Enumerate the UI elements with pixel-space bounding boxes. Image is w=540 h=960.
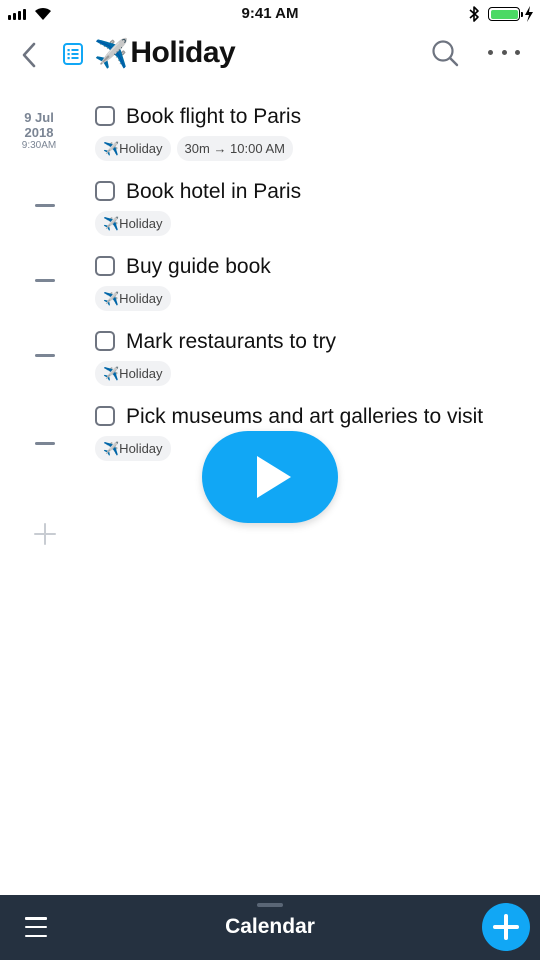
task-checkbox[interactable] <box>95 181 115 201</box>
bottom-bar-title[interactable]: Calendar <box>0 915 540 939</box>
project-tag[interactable]: ✈️Holiday <box>95 136 171 161</box>
no-date-dash <box>35 442 55 445</box>
project-tag[interactable]: ✈️Holiday <box>95 286 171 311</box>
no-date-dash <box>35 279 55 282</box>
back-button[interactable] <box>14 40 44 70</box>
add-plus-icon[interactable] <box>482 903 530 951</box>
no-date-dash <box>35 204 55 207</box>
task-item[interactable]: Book hotel in Paris ✈️Holiday <box>95 179 515 236</box>
project-tag[interactable]: ✈️Holiday <box>95 436 171 461</box>
bluetooth-icon <box>469 6 479 22</box>
search-icon[interactable] <box>430 38 460 68</box>
play-button[interactable] <box>202 431 338 523</box>
task-checkbox[interactable] <box>95 106 115 126</box>
date-day-month: 9 Jul <box>24 110 54 125</box>
task-title[interactable]: Book flight to Paris <box>126 104 301 130</box>
task-item[interactable]: Buy guide book ✈️Holiday <box>95 254 515 311</box>
task-title[interactable]: Pick museums and art galleries to visit <box>126 404 483 430</box>
back-icon <box>22 42 36 68</box>
date-year: 2018 <box>24 125 54 140</box>
task-date: 9 Jul 2018 9:30AM <box>0 110 78 152</box>
status-bar: 9:41 AM <box>0 0 540 28</box>
play-icon <box>257 456 291 498</box>
status-time: 9:41 AM <box>241 5 299 22</box>
project-tag[interactable]: ✈️Holiday <box>95 211 171 236</box>
task-title[interactable]: Mark restaurants to try <box>126 329 336 355</box>
battery-icon <box>488 7 523 21</box>
task-checkbox[interactable] <box>95 406 115 426</box>
airplane-icon: ✈️ <box>94 37 129 69</box>
task-checkbox[interactable] <box>95 256 115 276</box>
page-title-text: Holiday <box>130 36 236 69</box>
task-item[interactable]: Book flight to Paris ✈️Holiday 30m → 10:… <box>95 104 515 161</box>
date-time: 9:30AM <box>21 140 57 151</box>
task-checkbox[interactable] <box>95 331 115 351</box>
drag-handle[interactable] <box>257 903 283 907</box>
duration-tag[interactable]: 30m → 10:00 AM <box>176 136 293 161</box>
add-task-plus-icon[interactable] <box>33 522 57 546</box>
list-icon[interactable] <box>62 42 84 66</box>
page-title: ✈️ Holiday <box>94 36 236 70</box>
project-tag[interactable]: ✈️Holiday <box>95 361 171 386</box>
header: ✈️ Holiday <box>0 28 540 84</box>
no-date-dash <box>35 354 55 357</box>
bottom-bar: Calendar <box>0 895 540 960</box>
more-icon[interactable] <box>484 40 524 64</box>
task-title[interactable]: Buy guide book <box>126 254 271 280</box>
charging-icon <box>525 6 533 22</box>
task-title[interactable]: Book hotel in Paris <box>126 179 301 205</box>
task-item[interactable]: Mark restaurants to try ✈️Holiday <box>95 329 515 386</box>
